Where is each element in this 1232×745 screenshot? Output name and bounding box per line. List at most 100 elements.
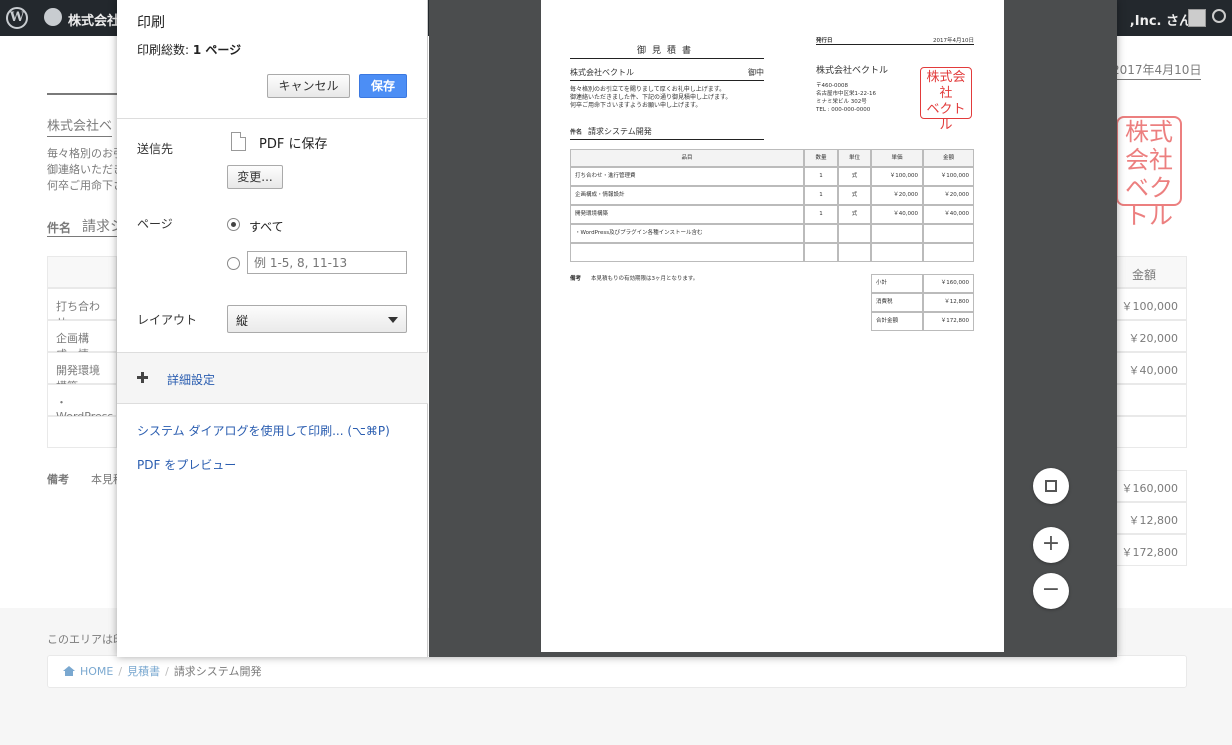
preview-table-cell: 1: [804, 167, 838, 186]
preview-table-cell: [871, 243, 923, 262]
page-total: 印刷総数: 1 ページ: [137, 41, 241, 58]
subtotal-value: ￥160,000: [923, 274, 974, 293]
account-greeting[interactable]: ,Inc. さん: [1130, 10, 1192, 29]
destination-value: PDF に保存: [259, 137, 328, 152]
dialog-title: 印刷: [137, 15, 165, 31]
site-name[interactable]: 株式会社: [68, 10, 120, 29]
advanced-settings-toggle[interactable]: 詳細設定: [117, 352, 428, 404]
preview-remark-value: 本見積もりの有効期限は3ヶ月となります。: [591, 276, 699, 282]
change-destination-button[interactable]: 変更...: [227, 165, 283, 189]
save-button[interactable]: 保存: [359, 74, 407, 98]
preview-table-row: 打ち合わせ・進行管理費: [570, 167, 804, 186]
pdf-file-icon: [231, 132, 246, 151]
pages-all-label[interactable]: すべて: [249, 218, 284, 235]
fit-to-page-icon: [1045, 480, 1057, 492]
search-icon[interactable]: [1212, 9, 1226, 23]
preview-company-seal: 株式会社 ベクトル: [920, 67, 972, 133]
preview-table-cell: [838, 224, 871, 243]
preview-table-cell: 1: [804, 186, 838, 205]
zoom-out-button[interactable]: −: [1033, 573, 1069, 609]
preview-page: 御見積書 株式会社ベクトル 御中 毎々格別のお引立てを賜りまして厚くお礼申し上げま…: [541, 0, 1004, 652]
preview-issue-date: 発行日 2017年4月10日: [816, 36, 974, 45]
preview-table-header: 数量: [804, 149, 838, 167]
tax-label: 消費税: [871, 293, 923, 312]
layout-value: 縦: [236, 314, 249, 328]
avatar[interactable]: [1188, 9, 1206, 27]
print-preview-area: 御見積書 株式会社ベクトル 御中 毎々格別のお引立てを賜りまして厚くお礼申し上げま…: [429, 0, 1117, 657]
message-line: 何卒ご用命下さいますようお願い申し上げます。: [570, 102, 702, 109]
page-total-value: 1 ページ: [192, 43, 242, 57]
preview-table-cell: ￥40,000: [923, 205, 974, 224]
preview-table-cell: [804, 243, 838, 262]
wordpress-logo-icon[interactable]: W: [6, 7, 28, 29]
tax-value: ￥12,800: [923, 293, 974, 312]
preview-table-cell: ￥20,000: [923, 186, 974, 205]
preview-table-cell: [923, 224, 974, 243]
preview-table-cell: [871, 224, 923, 243]
message-line: 毎々格別のお引立てを賜りまして厚くお礼申し上げます。: [570, 86, 726, 93]
pages-label: ページ: [137, 217, 173, 231]
preview-table-cell: [838, 243, 871, 262]
pages-range-input[interactable]: [247, 251, 407, 274]
destination-label: 送信先: [137, 142, 174, 156]
preview-table-row: [570, 243, 804, 262]
address-line: TEL : 000-000-0000: [816, 107, 871, 113]
preview-client-name: 株式会社ベクトル: [570, 68, 634, 77]
pages-custom-radio[interactable]: [227, 257, 240, 270]
plus-icon: [137, 372, 148, 383]
address-line: 名古屋市中区栄1-22-16: [816, 91, 876, 97]
page-total-label: 印刷総数:: [137, 43, 190, 57]
grand-total-label: 合計金額: [871, 312, 923, 331]
preview-table-cell: ￥40,000: [871, 205, 923, 224]
subtotal-label: 小計: [871, 274, 923, 293]
system-dialog-link[interactable]: システム ダイアログを使用して印刷... (⌥⌘P): [137, 422, 390, 439]
pages-all-radio[interactable]: [227, 218, 240, 231]
preview-table-cell: 1: [804, 205, 838, 224]
divider: [117, 118, 428, 119]
print-settings-panel: 印刷 印刷総数: 1 ページ キャンセル 保存 送信先 PDF に保存 変更..…: [117, 0, 428, 657]
preview-title: 御見積書: [570, 43, 764, 59]
fit-to-page-button[interactable]: [1033, 468, 1069, 504]
issue-date-label: 発行日: [816, 38, 833, 44]
grand-total-value: ￥172,800: [923, 312, 974, 331]
preview-table-cell: ￥100,000: [871, 167, 923, 186]
preview-remark: 備考 本見積もりの有効期限は3ヶ月となります。: [570, 274, 698, 282]
preview-table-cell: ￥100,000: [923, 167, 974, 186]
preview-table-cell: 式: [838, 167, 871, 186]
preview-table-cell: [804, 224, 838, 243]
preview-table-cell: ￥20,000: [871, 186, 923, 205]
preview-table-header: 単位: [838, 149, 871, 167]
dashboard-icon[interactable]: [44, 8, 62, 26]
preview-table-header: 品目: [570, 149, 804, 167]
preview-address: 〒460-0008 名古屋市中区栄1-22-16 ミナミ栄ビル 302号 TEL…: [816, 82, 876, 114]
seal-text: 株式会社: [926, 70, 966, 101]
preview-table-header: 単価: [871, 149, 923, 167]
issue-date-value: 2017年4月10日: [933, 38, 974, 44]
preview-company: 株式会社ベクトル: [816, 66, 889, 76]
advanced-settings-label[interactable]: 詳細設定: [167, 371, 215, 388]
print-dialog: 印刷 印刷総数: 1 ページ キャンセル 保存 送信先 PDF に保存 変更..…: [117, 0, 1117, 657]
preview-subject-value: 請求システム開発: [588, 127, 652, 136]
address-line: 〒460-0008: [816, 83, 848, 89]
message-line: 御連絡いただきました件、下記の通り御見積申し上げます。: [570, 94, 732, 101]
preview-table-cell: [923, 243, 974, 262]
layout-label: レイアウト: [137, 313, 198, 327]
cancel-button[interactable]: キャンセル: [267, 74, 350, 98]
seal-text: ベクトル: [926, 102, 966, 133]
zoom-in-button[interactable]: +: [1033, 527, 1069, 563]
layout-select[interactable]: 縦: [227, 305, 407, 333]
pdf-preview-link[interactable]: PDF をプレビュー: [137, 456, 236, 473]
preview-message: 毎々格別のお引立てを賜りまして厚くお礼申し上げます。 御連絡いただきました件、下…: [570, 86, 731, 110]
address-line: ミナミ栄ビル 302号: [816, 99, 867, 105]
chevron-down-icon: [388, 317, 398, 323]
preview-table-row: 開発環境構築: [570, 205, 804, 224]
preview-table-cell: 式: [838, 186, 871, 205]
preview-client: 株式会社ベクトル 御中: [570, 67, 764, 81]
preview-remark-label: 備考: [570, 276, 582, 282]
preview-table-header: 金額: [923, 149, 974, 167]
preview-client-suffix: 御中: [748, 68, 764, 77]
preview-subject-label: 件名: [570, 129, 583, 136]
preview-table-cell: 式: [838, 205, 871, 224]
preview-subject: 件名 請求システム開発: [570, 126, 764, 140]
preview-table-row: ・WordPress及びプラグイン各種インストール含む: [570, 224, 804, 243]
